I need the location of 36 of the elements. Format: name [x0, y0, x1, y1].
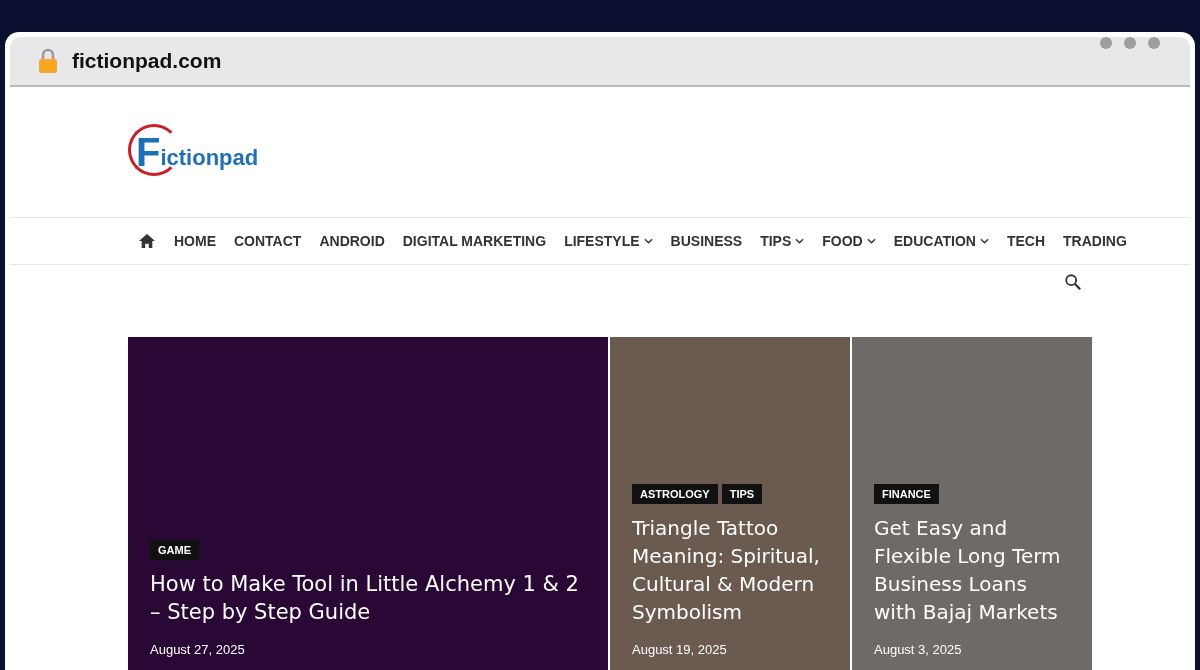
- post-title[interactable]: Get Easy and Flexible Long Term Business Loans with Bajaj Markets: [874, 514, 1072, 626]
- caret-icon: [795, 238, 805, 244]
- window-dot-icon[interactable]: [1100, 37, 1112, 49]
- post-date: August 3, 2025: [874, 642, 963, 657]
- post-date: August 27, 2025: [150, 642, 246, 657]
- nav-link[interactable]: TRADING: [1063, 233, 1127, 249]
- category-tag[interactable]: ASTROLOGY: [632, 484, 718, 504]
- nav-link[interactable]: DIGITAL MARKETING: [402, 233, 547, 249]
- post-title[interactable]: How to Make Tool in Little Alchemy 1 & 2 – Step by Step Guide: [150, 570, 588, 626]
- search-icon[interactable]: [1064, 273, 1082, 291]
- nav-link[interactable]: HOME: [174, 233, 216, 249]
- caret-icon: [866, 238, 876, 244]
- nav-link[interactable]: TECH: [1006, 233, 1046, 249]
- nav-link[interactable]: FOOD: [822, 233, 876, 249]
- category-tag[interactable]: GAME: [150, 540, 199, 560]
- home-icon[interactable]: [138, 233, 156, 249]
- nav-link[interactable]: BUSINESS: [670, 233, 743, 249]
- nav-link[interactable]: CONTACT: [234, 233, 302, 249]
- nav-link[interactable]: TIPS: [760, 233, 805, 249]
- nav-link[interactable]: ANDROID: [319, 233, 385, 249]
- nav-link[interactable]: EDUCATION: [893, 233, 989, 249]
- caret-icon: [979, 238, 989, 244]
- nav-link[interactable]: LIFESTYLE: [564, 233, 653, 249]
- post-card[interactable]: FINANCE Get Easy and Flexible Long Term Business Loans with Bajaj Markets August 3, 2025: [852, 337, 1092, 670]
- category-tag[interactable]: FINANCE: [874, 484, 939, 504]
- caret-icon: [643, 238, 653, 244]
- category-tag[interactable]: TIPS: [721, 484, 763, 504]
- url-text[interactable]: fictionpad.com: [72, 49, 222, 73]
- site-logo[interactable]: Fictionpad: [128, 124, 259, 180]
- padlock-icon: [38, 48, 58, 74]
- window-dot-icon[interactable]: [1148, 37, 1160, 49]
- post-title[interactable]: Triangle Tattoo Meaning: Spiritual, Cultural & Modern Symbolism: [632, 514, 830, 626]
- post-card[interactable]: ASTROLOGY TIPS Triangle Tattoo Meaning: Spiritual, Cultural & Modern Symbolism August 19, 2025: [610, 337, 850, 670]
- post-card[interactable]: GAME How to Make Tool in Little Alchemy 1 & 2 – Step by Step Guide August 27, 2025: [128, 337, 608, 670]
- window-dot-icon[interactable]: [1124, 37, 1136, 49]
- post-date: August 19, 2025: [632, 642, 728, 657]
